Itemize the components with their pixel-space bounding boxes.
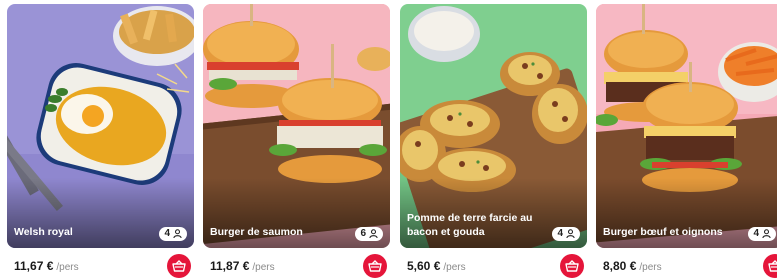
recipe-title: Burger de saumon — [210, 226, 303, 238]
persons-count: 4 — [557, 228, 563, 239]
persons-count: 4 — [753, 228, 759, 239]
basket-icon — [368, 260, 382, 272]
price: 11,87 € — [210, 259, 250, 273]
basket-icon — [768, 260, 777, 272]
price-unit: /pers — [639, 262, 662, 273]
price: 8,80 € — [603, 259, 637, 273]
recipe-photo[interactable]: Welsh royal 4 — [7, 4, 194, 248]
person-icon — [762, 229, 771, 239]
price: 11,67 € — [14, 259, 54, 273]
person-icon — [173, 229, 182, 239]
person-icon — [566, 229, 575, 239]
price-unit: /pers — [443, 262, 466, 273]
basket-icon — [565, 260, 579, 272]
persons-badge: 4 — [552, 227, 580, 241]
persons-count: 6 — [360, 228, 366, 239]
person-icon — [369, 229, 378, 239]
recipe-photo[interactable]: Burger de saumon 6 — [203, 4, 390, 248]
basket-icon — [172, 260, 186, 272]
price-unit: /pers — [252, 262, 275, 273]
persons-badge: 4 — [748, 227, 776, 241]
add-to-cart-button[interactable] — [560, 254, 584, 278]
persons-count: 4 — [164, 228, 170, 239]
price-unit: /pers — [56, 262, 79, 273]
price-row: 11,87 € /pers — [210, 259, 275, 275]
recipe-title: Burger bœuf et oignons — [603, 226, 723, 238]
price-row: 11,67 € /pers — [14, 259, 79, 275]
recipe-card[interactable]: Burger bœuf et oignons 4 8,80 € /pers — [596, 4, 777, 278]
add-to-cart-button[interactable] — [763, 254, 777, 278]
price-row: 8,80 € /pers — [603, 259, 662, 275]
recipe-card[interactable]: Burger de saumon 6 11,87 € /pers — [203, 4, 390, 278]
price: 5,60 € — [407, 259, 441, 273]
persons-badge: 4 — [159, 227, 187, 241]
recipe-card[interactable]: Pomme de terre farcie au bacon et gouda … — [400, 4, 587, 278]
recipe-card[interactable]: Welsh royal 4 11,67 € /pers — [7, 4, 194, 278]
add-to-cart-button[interactable] — [363, 254, 387, 278]
recipe-title: Pomme de terre farcie au bacon et gouda — [407, 212, 533, 238]
recipe-photo[interactable]: Pomme de terre farcie au bacon et gouda … — [400, 4, 587, 248]
recipe-title: Welsh royal — [14, 226, 73, 238]
price-row: 5,60 € /pers — [407, 259, 466, 275]
recipe-photo[interactable]: Burger bœuf et oignons 4 — [596, 4, 777, 248]
add-to-cart-button[interactable] — [167, 254, 191, 278]
persons-badge: 6 — [355, 227, 383, 241]
